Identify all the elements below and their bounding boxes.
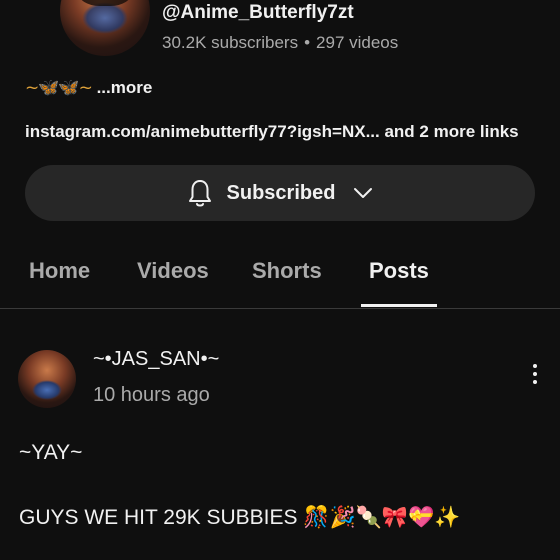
chevron-down-icon [354,188,373,198]
post-emojis: 🎊🎉🍡🎀💝✨ [303,505,461,529]
subscribed-button[interactable]: Subscribed [25,165,535,221]
channel-description[interactable]: ~🦋🦋~ ...more [25,78,152,98]
post-text-line-1: ~YAY~ [19,441,83,464]
channel-avatar[interactable] [60,0,150,56]
stats-separator: • [304,33,311,52]
subscriber-count: 30.2K subscribers [162,33,299,52]
tab-posts[interactable]: Posts [369,258,429,284]
channel-links[interactable]: instagram.com/animebutterfly77?igsh=NX..… [25,122,519,142]
post-author-avatar[interactable] [18,350,76,408]
channel-stats: 30.2K subscribers • 297 videos [162,33,398,53]
tab-videos[interactable]: Videos [137,258,209,284]
post-timestamp: 10 hours ago [93,384,210,406]
tab-shorts[interactable]: Shorts [252,258,322,284]
channel-handle: @Anime_Butterfly7zt [162,2,354,23]
active-tab-indicator [361,304,437,307]
post-text-main: GUYS WE HIT 29K SUBBIES [19,506,298,529]
subscribed-label: Subscribed [226,181,336,204]
bell-icon [188,180,211,207]
tabs-divider [0,308,560,309]
channel-tabs: Home Videos Shorts Posts [0,250,560,308]
video-count: 297 videos [316,33,399,52]
post-author-name[interactable]: ~•JAS_SAN•~ [93,348,219,371]
tab-home[interactable]: Home [29,258,90,284]
post-text-line-2: GUYS WE HIT 29K SUBBIES 🎊🎉🍡🎀💝✨ [19,505,460,530]
more-vert-icon[interactable] [526,364,544,390]
description-text: ~🦋🦋~ [25,78,93,98]
description-more-link[interactable]: ...more [97,78,153,97]
